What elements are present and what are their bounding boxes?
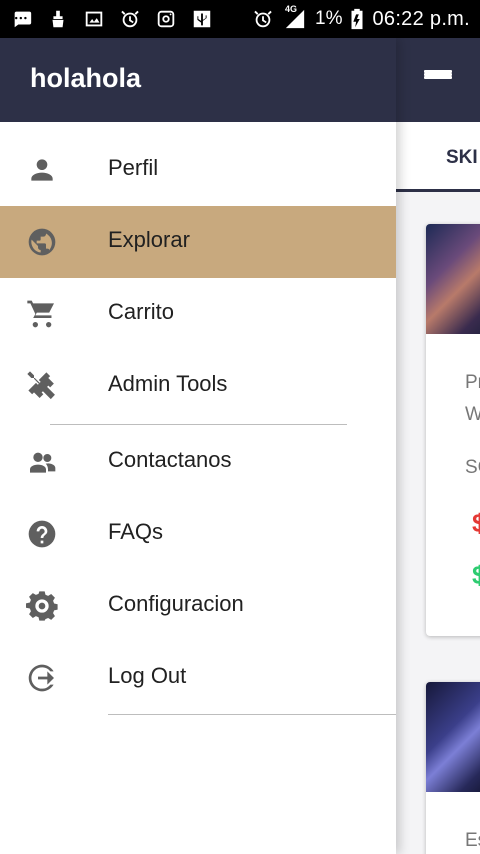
logout-icon (26, 662, 58, 694)
nav-item-explorar[interactable]: Explorar (0, 206, 396, 278)
chat-notification-icon (10, 8, 34, 30)
navigation-drawer: holahola Perfil Explorar Carrito Admin T… (0, 38, 396, 854)
nav-label: FAQs (108, 519, 164, 544)
product-image (426, 224, 480, 334)
product-card[interactable]: Pr W SC $ $ (426, 224, 480, 636)
nav-item-perfil[interactable]: Perfil (0, 134, 396, 206)
product-title-line2: W (465, 404, 480, 425)
network-type: 4G (285, 4, 298, 14)
nav-divider (108, 714, 396, 715)
globe-icon (26, 226, 58, 258)
nav-divider (50, 424, 347, 425)
nav-label: Log Out (108, 663, 187, 688)
signal-icon: 4G (283, 4, 307, 30)
nav-item-contactanos[interactable]: Contactanos (0, 426, 396, 498)
drawer-header: holahola (0, 38, 396, 122)
usb-notification-icon (190, 8, 214, 30)
help-icon (26, 518, 58, 550)
nav-label: Contactanos (108, 447, 232, 472)
tab-skins[interactable]: SKI (446, 147, 478, 169)
instagram-notification-icon (154, 8, 178, 30)
gear-icon (26, 590, 58, 622)
product-title-line1: Es (465, 830, 480, 851)
nav-item-log-out[interactable]: Log Out (0, 642, 396, 714)
alarm-notification-icon (118, 8, 142, 30)
contacts-icon (26, 446, 58, 478)
nav-item-configuracion[interactable]: Configuracion (0, 570, 396, 642)
cart-icon (26, 298, 58, 330)
drawer-title: holahola (30, 63, 142, 93)
product-image (426, 682, 480, 792)
menu-button[interactable] (416, 58, 460, 102)
new-price: $ (472, 560, 480, 590)
nav-label: Admin Tools (108, 371, 228, 396)
battery-percent: 1% (315, 8, 343, 29)
nav-item-carrito[interactable]: Carrito (0, 278, 396, 350)
image-notification-icon (82, 8, 106, 30)
nav-label: Perfil (108, 155, 159, 180)
battery-charging-icon (350, 8, 364, 30)
product-card[interactable]: Es (426, 682, 480, 854)
hamburger-icon (424, 70, 452, 90)
old-price: $ (472, 508, 480, 538)
tab-bar: SKI (396, 122, 480, 192)
person-icon (26, 154, 58, 186)
nav-label: Configuracion (108, 591, 244, 616)
nav-item-admin-tools[interactable]: Admin Tools (0, 350, 396, 422)
nav-label: Explorar (108, 227, 190, 252)
tools-icon (26, 370, 58, 402)
product-subtitle: SC (465, 457, 480, 478)
nav-item-faqs[interactable]: FAQs (0, 498, 396, 570)
alarm-icon (251, 8, 275, 30)
product-title-line1: Pr (465, 372, 480, 393)
status-bar: 4G 1% 06:22 p.m. (0, 0, 480, 38)
brush-notification-icon (46, 8, 70, 30)
clock: 06:22 p.m. (372, 7, 470, 30)
nav-label: Carrito (108, 299, 175, 324)
